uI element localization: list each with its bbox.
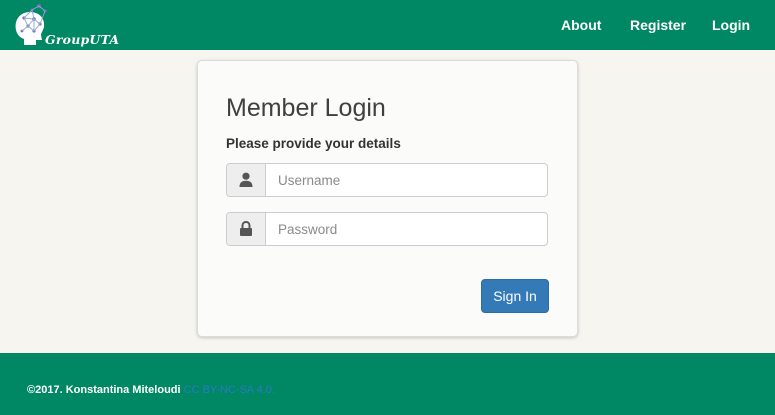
username-input-group xyxy=(226,163,548,197)
username-addon xyxy=(227,164,266,196)
navbar: GroupUTA About Register Login xyxy=(0,0,775,50)
nav-login-link[interactable]: Login xyxy=(712,17,750,33)
login-panel: Member Login Please provide your details… xyxy=(197,60,578,337)
footer-text: ©2017. Konstantina Miteloudi CC BY-NC-SA… xyxy=(27,384,275,396)
user-icon xyxy=(239,172,253,187)
brand-name: GroupUTA xyxy=(45,32,120,47)
password-addon xyxy=(227,213,266,245)
password-input[interactable] xyxy=(267,213,547,245)
login-subtitle: Please provide your details xyxy=(226,136,401,151)
footer-copyright: ©2017. Konstantina Miteloudi xyxy=(27,384,181,396)
license-link[interactable]: CC BY-NC-SA 4.0. xyxy=(184,384,275,396)
lock-icon xyxy=(240,221,252,236)
brand-logo[interactable]: GroupUTA xyxy=(12,2,152,48)
nav-about-link[interactable]: About xyxy=(561,17,601,33)
sign-in-button[interactable]: Sign In xyxy=(481,279,549,313)
username-input[interactable] xyxy=(267,164,547,196)
nav-register-link[interactable]: Register xyxy=(630,17,686,33)
footer: ©2017. Konstantina Miteloudi CC BY-NC-SA… xyxy=(0,353,775,415)
page-title: Member Login xyxy=(226,94,386,122)
password-input-group xyxy=(226,212,548,246)
